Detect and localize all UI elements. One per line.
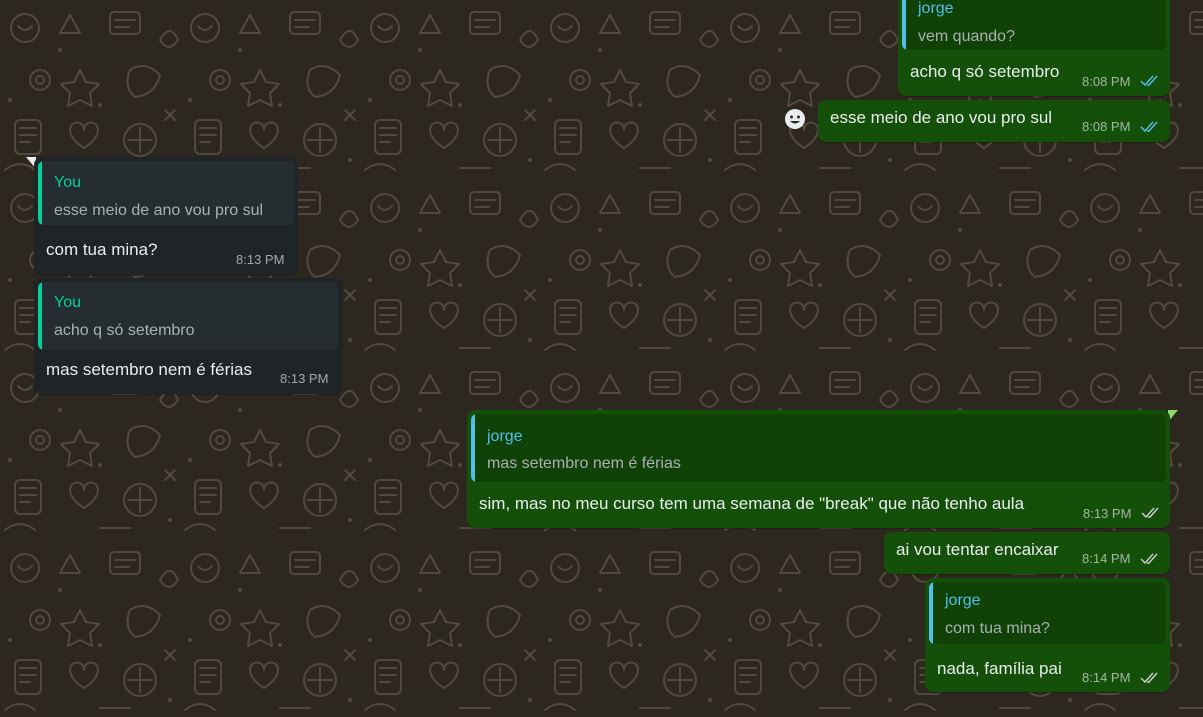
quote-text: mas setembro nem é férias (487, 455, 681, 472)
quote-author: You (54, 174, 81, 191)
quote-accent-bar (902, 0, 906, 50)
quote-author: You (54, 294, 81, 311)
quoted-message[interactable]: jorge com tua mina? (929, 582, 1166, 644)
message-text: mas setembro nem é férias (46, 360, 252, 379)
quoted-message[interactable]: You acho q só setembro (38, 282, 338, 350)
message-bubble-outgoing[interactable]: jorge mas setembro nem é férias sim, mas… (467, 410, 1170, 528)
quote-accent-bar (471, 414, 475, 482)
quote-author: jorge (487, 428, 523, 445)
message-bubble-outgoing[interactable]: jorge vem quando? acho q só setembro 8:0… (898, 0, 1170, 96)
message-text: com tua mina? (46, 240, 158, 259)
quote-text: vem quando? (918, 28, 1015, 45)
message-bubble-incoming[interactable]: You acho q só setembro mas setembro nem … (34, 278, 342, 394)
message-time: 8:08 PM (1082, 74, 1131, 89)
quoted-message[interactable]: You esse meio de ano vou pro sul (38, 161, 294, 225)
quote-author: jorge (918, 0, 954, 17)
quote-text: com tua mina? (945, 620, 1050, 637)
message-text: nada, família pai (937, 659, 1062, 678)
double-check-icon (1140, 121, 1158, 133)
double-check-icon (1141, 507, 1159, 519)
quoted-message[interactable]: jorge vem quando? (902, 0, 1166, 50)
double-check-icon (1140, 672, 1158, 684)
message-time: 8:08 PM (1082, 119, 1131, 134)
message-text: sim, mas no meu curso tem uma semana de … (479, 494, 1025, 513)
message-text: acho q só setembro (910, 62, 1060, 81)
message-bubble-outgoing[interactable]: jorge com tua mina? nada, família pai 8:… (925, 578, 1170, 692)
smiley-face-icon[interactable] (784, 108, 806, 130)
message-text: esse meio de ano vou pro sul (830, 108, 1053, 127)
quote-text: acho q só setembro (54, 322, 195, 339)
message-bubble-outgoing[interactable]: ai vou tentar encaixar 8:14 PM (884, 532, 1170, 574)
message-time: 8:14 PM (1082, 670, 1131, 685)
double-check-icon (1140, 75, 1158, 87)
quote-accent-bar (38, 161, 42, 225)
double-check-icon (1140, 553, 1158, 565)
quote-text: esse meio de ano vou pro sul (54, 202, 264, 219)
message-time: 8:14 PM (1082, 551, 1131, 566)
message-bubble-incoming[interactable]: You esse meio de ano vou pro sul com tua… (34, 157, 298, 275)
message-text: ai vou tentar encaixar (896, 540, 1059, 559)
quote-author: jorge (945, 592, 981, 609)
message-time: 8:13 PM (280, 371, 329, 386)
quoted-message[interactable]: jorge mas setembro nem é férias (471, 414, 1166, 482)
quote-accent-bar (929, 582, 933, 644)
message-bubble-outgoing[interactable]: esse meio de ano vou pro sul 8:08 PM (818, 100, 1170, 142)
quote-accent-bar (38, 282, 42, 350)
message-time: 8:13 PM (236, 252, 285, 267)
message-time: 8:13 PM (1083, 506, 1132, 521)
